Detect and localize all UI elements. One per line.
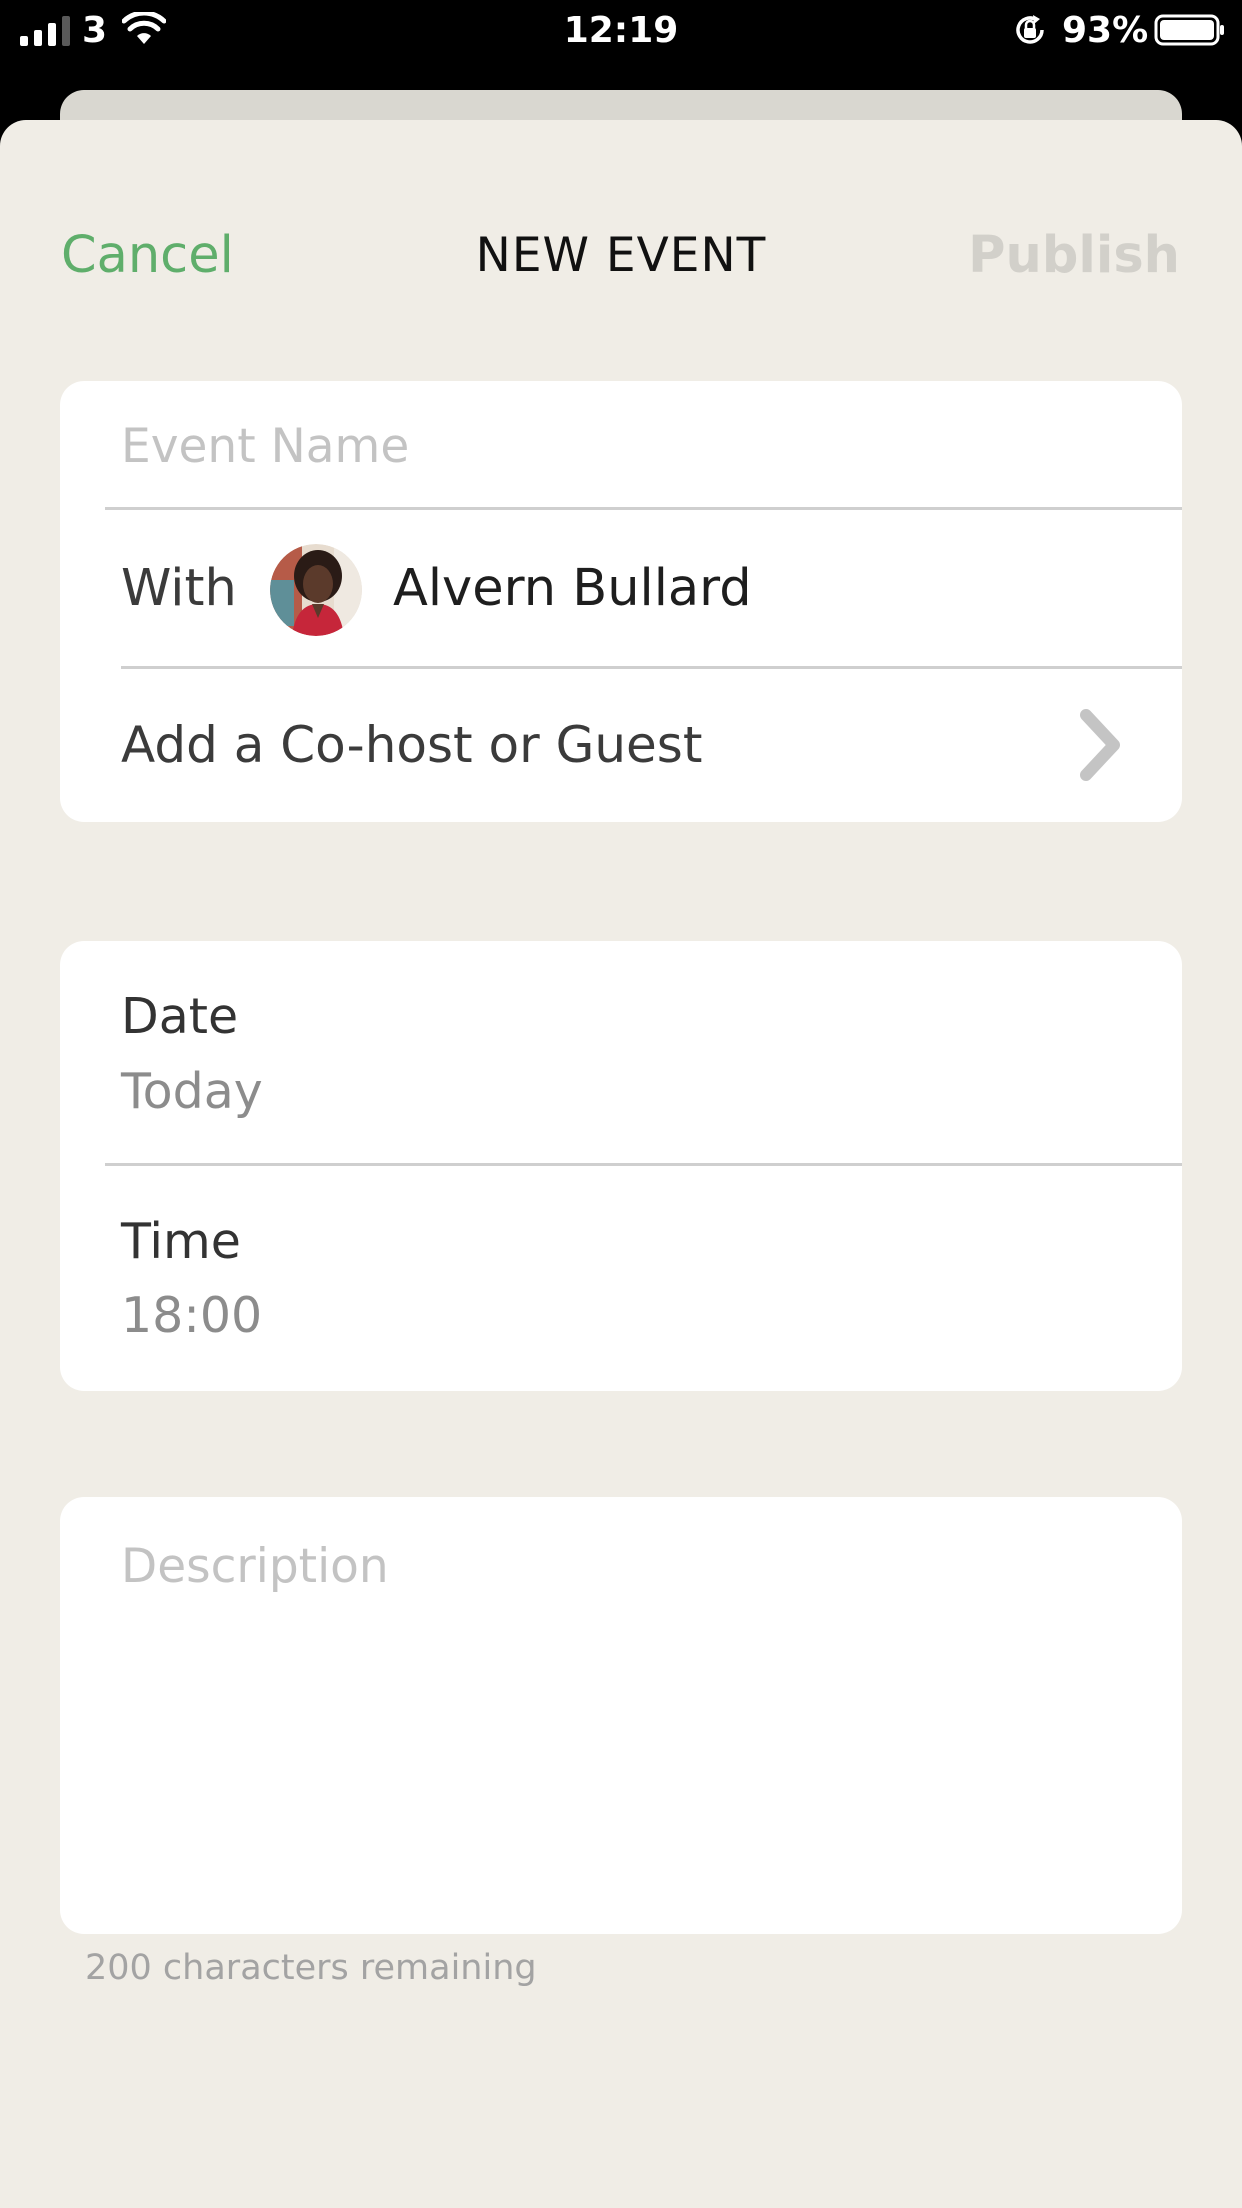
divider — [121, 666, 1182, 669]
time-value: 18:00 — [121, 1287, 263, 1344]
chevron-right-icon — [1080, 709, 1120, 781]
battery-icon — [1154, 14, 1224, 46]
date-label: Date — [121, 988, 239, 1045]
event-name-input[interactable] — [121, 411, 1121, 481]
divider — [105, 1163, 1182, 1166]
battery-percent: 93% — [1062, 10, 1149, 51]
event-details-card: With Alvern Bullard Add a Co-host or Gue… — [60, 381, 1182, 822]
status-bar: 3 12:19 93% — [0, 0, 1242, 64]
host-avatar — [270, 544, 362, 636]
divider — [105, 507, 1182, 510]
description-input[interactable] — [121, 1539, 1121, 1899]
publish-button[interactable]: Publish — [968, 226, 1180, 285]
date-value: Today — [121, 1063, 263, 1120]
description-card — [60, 1497, 1182, 1934]
with-label: With — [121, 559, 237, 618]
character-count: 200 characters remaining — [85, 1948, 537, 1988]
time-label: Time — [121, 1213, 241, 1270]
host-name: Alvern Bullard — [393, 559, 752, 618]
schedule-card: Date Today Time 18:00 — [60, 941, 1182, 1391]
clock: 12:19 — [563, 10, 679, 51]
add-guest-label: Add a Co-host or Guest — [121, 716, 703, 774]
orientation-lock-icon — [1016, 15, 1044, 44]
